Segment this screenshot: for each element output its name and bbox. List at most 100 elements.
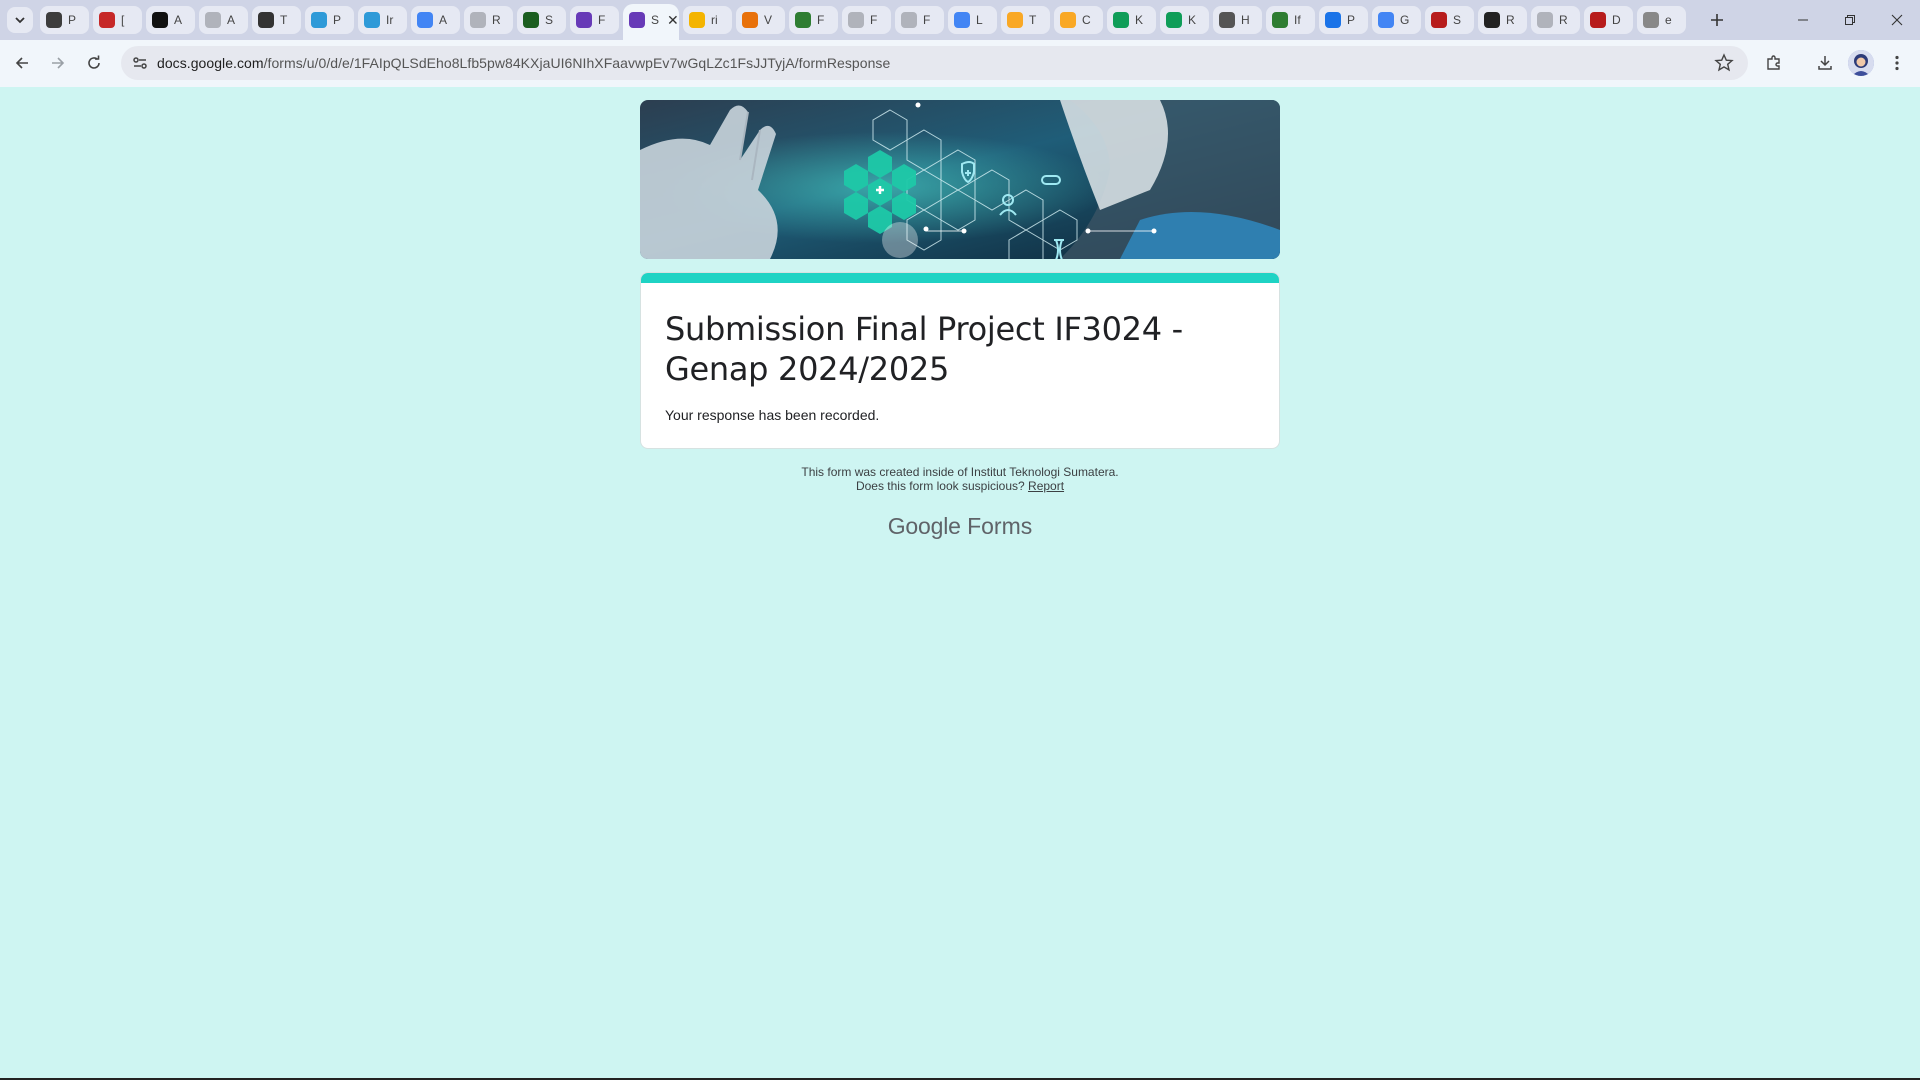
minimize-icon — [1798, 19, 1808, 21]
tab-title: A — [174, 13, 183, 27]
tab-title: S — [1453, 13, 1462, 27]
gray-globe-icon — [901, 12, 917, 28]
chat-icon — [1325, 12, 1341, 28]
extensions-button[interactable] — [1761, 50, 1787, 76]
leaf-icon — [1272, 12, 1288, 28]
scihub-icon — [1590, 12, 1606, 28]
url-text[interactable]: docs.google.com/forms/u/0/d/e/1FAIpQLSdE… — [157, 55, 890, 71]
browser-tab[interactable]: F — [840, 6, 893, 34]
medical-tech-banner-image — [640, 100, 1280, 259]
browser-menu-button[interactable] — [1884, 50, 1910, 76]
browser-tab[interactable]: T — [999, 6, 1052, 34]
browser-tab[interactable]: K — [1158, 6, 1211, 34]
form-response-card: Submission Final Project IF3024 - Genap … — [640, 272, 1280, 449]
forward-button[interactable] — [45, 50, 71, 76]
browser-tab[interactable]: Ir — [356, 6, 409, 34]
tab-search-button[interactable] — [7, 7, 33, 33]
sparkle-icon — [1378, 12, 1394, 28]
close-window-button[interactable] — [1874, 0, 1920, 40]
tab-title: G — [1400, 13, 1410, 27]
browser-tab[interactable]: L — [946, 6, 999, 34]
downloads-button[interactable] — [1812, 50, 1838, 76]
wave-icon — [311, 12, 327, 28]
blob-icon — [1060, 12, 1076, 28]
restore-button[interactable] — [1827, 0, 1873, 40]
tab-title: D — [1612, 13, 1621, 27]
m-icon — [523, 12, 539, 28]
bookmark-star-icon[interactable] — [1714, 53, 1734, 73]
browser-tab[interactable]: S — [1423, 6, 1476, 34]
browser-tab[interactable]: F — [893, 6, 946, 34]
tab-title: e — [1665, 13, 1672, 27]
puzzle-icon — [1767, 55, 1780, 70]
report-link[interactable]: Report — [1028, 479, 1064, 493]
arrow-left-icon — [15, 57, 28, 69]
site-settings-icon[interactable] — [131, 54, 149, 72]
browser-tab[interactable]: P — [1317, 6, 1370, 34]
forms-wordmark: Forms — [967, 513, 1033, 539]
google-wordmark: Google — [887, 513, 961, 539]
tab-title: [ — [121, 13, 125, 27]
suspicious-question-text: Does this form look suspicious? — [855, 479, 1025, 493]
tab-title: K — [1135, 13, 1144, 27]
tab-title: C — [1082, 13, 1091, 27]
browser-tab[interactable]: ri — [681, 6, 734, 34]
address-bar[interactable]: docs.google.com/forms/u/0/d/e/1FAIpQLSdE… — [121, 46, 1748, 80]
url-host: docs.google.com — [157, 55, 264, 71]
minimize-button[interactable] — [1780, 0, 1826, 40]
browser-toolbar: docs.google.com/forms/u/0/d/e/1FAIpQLSdE… — [0, 40, 1920, 87]
browser-tab[interactable]: [ — [91, 6, 144, 34]
sheets-icon — [1166, 12, 1182, 28]
browser-tab[interactable]: R — [1476, 6, 1529, 34]
new-tab-button[interactable] — [1703, 6, 1731, 34]
gray-globe-icon — [848, 12, 864, 28]
browser-tab[interactable]: V — [734, 6, 787, 34]
forms-icon — [629, 12, 645, 28]
browser-tab[interactable]: If — [1264, 6, 1317, 34]
back-button[interactable] — [9, 50, 35, 76]
tab-title: R — [1506, 13, 1515, 27]
tab-close-icon[interactable]: ✕ — [667, 12, 679, 29]
browser-tab[interactable]: S ✕ — [621, 4, 681, 40]
browser-tab[interactable]: R — [462, 6, 515, 34]
browser-tab[interactable]: T — [250, 6, 303, 34]
browser-tab[interactable]: H — [1211, 6, 1264, 34]
browser-tab[interactable]: K — [1105, 6, 1158, 34]
openai-icon — [46, 12, 62, 28]
restore-icon — [1845, 15, 1855, 25]
scihub-icon — [1431, 12, 1447, 28]
browser-tab[interactable]: A — [197, 6, 250, 34]
sn-icon — [258, 12, 274, 28]
browser-tab[interactable]: F — [787, 6, 840, 34]
tab-title: F — [923, 13, 931, 27]
browser-tab[interactable]: P — [303, 6, 356, 34]
close-icon — [1891, 14, 1903, 26]
browser-tab[interactable]: F — [568, 6, 621, 34]
browser-tab[interactable]: C — [1052, 6, 1105, 34]
browser-tab[interactable]: D — [1582, 6, 1635, 34]
leaf-icon — [795, 12, 811, 28]
rg-icon — [1484, 12, 1500, 28]
browser-tab[interactable]: P — [38, 6, 91, 34]
browser-tab[interactable]: R — [1529, 6, 1582, 34]
more-vert-icon — [1895, 55, 1899, 71]
github-icon — [1643, 12, 1659, 28]
reload-button[interactable] — [81, 50, 107, 76]
browser-tab[interactable]: G — [1370, 6, 1423, 34]
tab-strip: P[A A T P Ir A R S F S ✕ ri V F F F L T C K K H If P G S R R De — [0, 0, 1920, 40]
profile-avatar[interactable] — [1848, 50, 1874, 76]
sheets-icon — [1113, 12, 1129, 28]
tab-title: P — [333, 13, 342, 27]
browser-tab[interactable]: S — [515, 6, 568, 34]
tab-title: Ir — [386, 13, 394, 27]
browser-tab[interactable]: A — [144, 6, 197, 34]
google-forms-logo[interactable]: Google Forms — [640, 513, 1280, 540]
browser-tab[interactable]: e — [1635, 6, 1688, 34]
tab-title: L — [976, 13, 983, 27]
tab-title: P — [68, 13, 77, 27]
tab-title: A — [439, 13, 448, 27]
history-icon — [1219, 12, 1235, 28]
tab-title: R — [1559, 13, 1568, 27]
response-recorded-message: Your response has been recorded. — [665, 407, 880, 423]
browser-tab[interactable]: A — [409, 6, 462, 34]
